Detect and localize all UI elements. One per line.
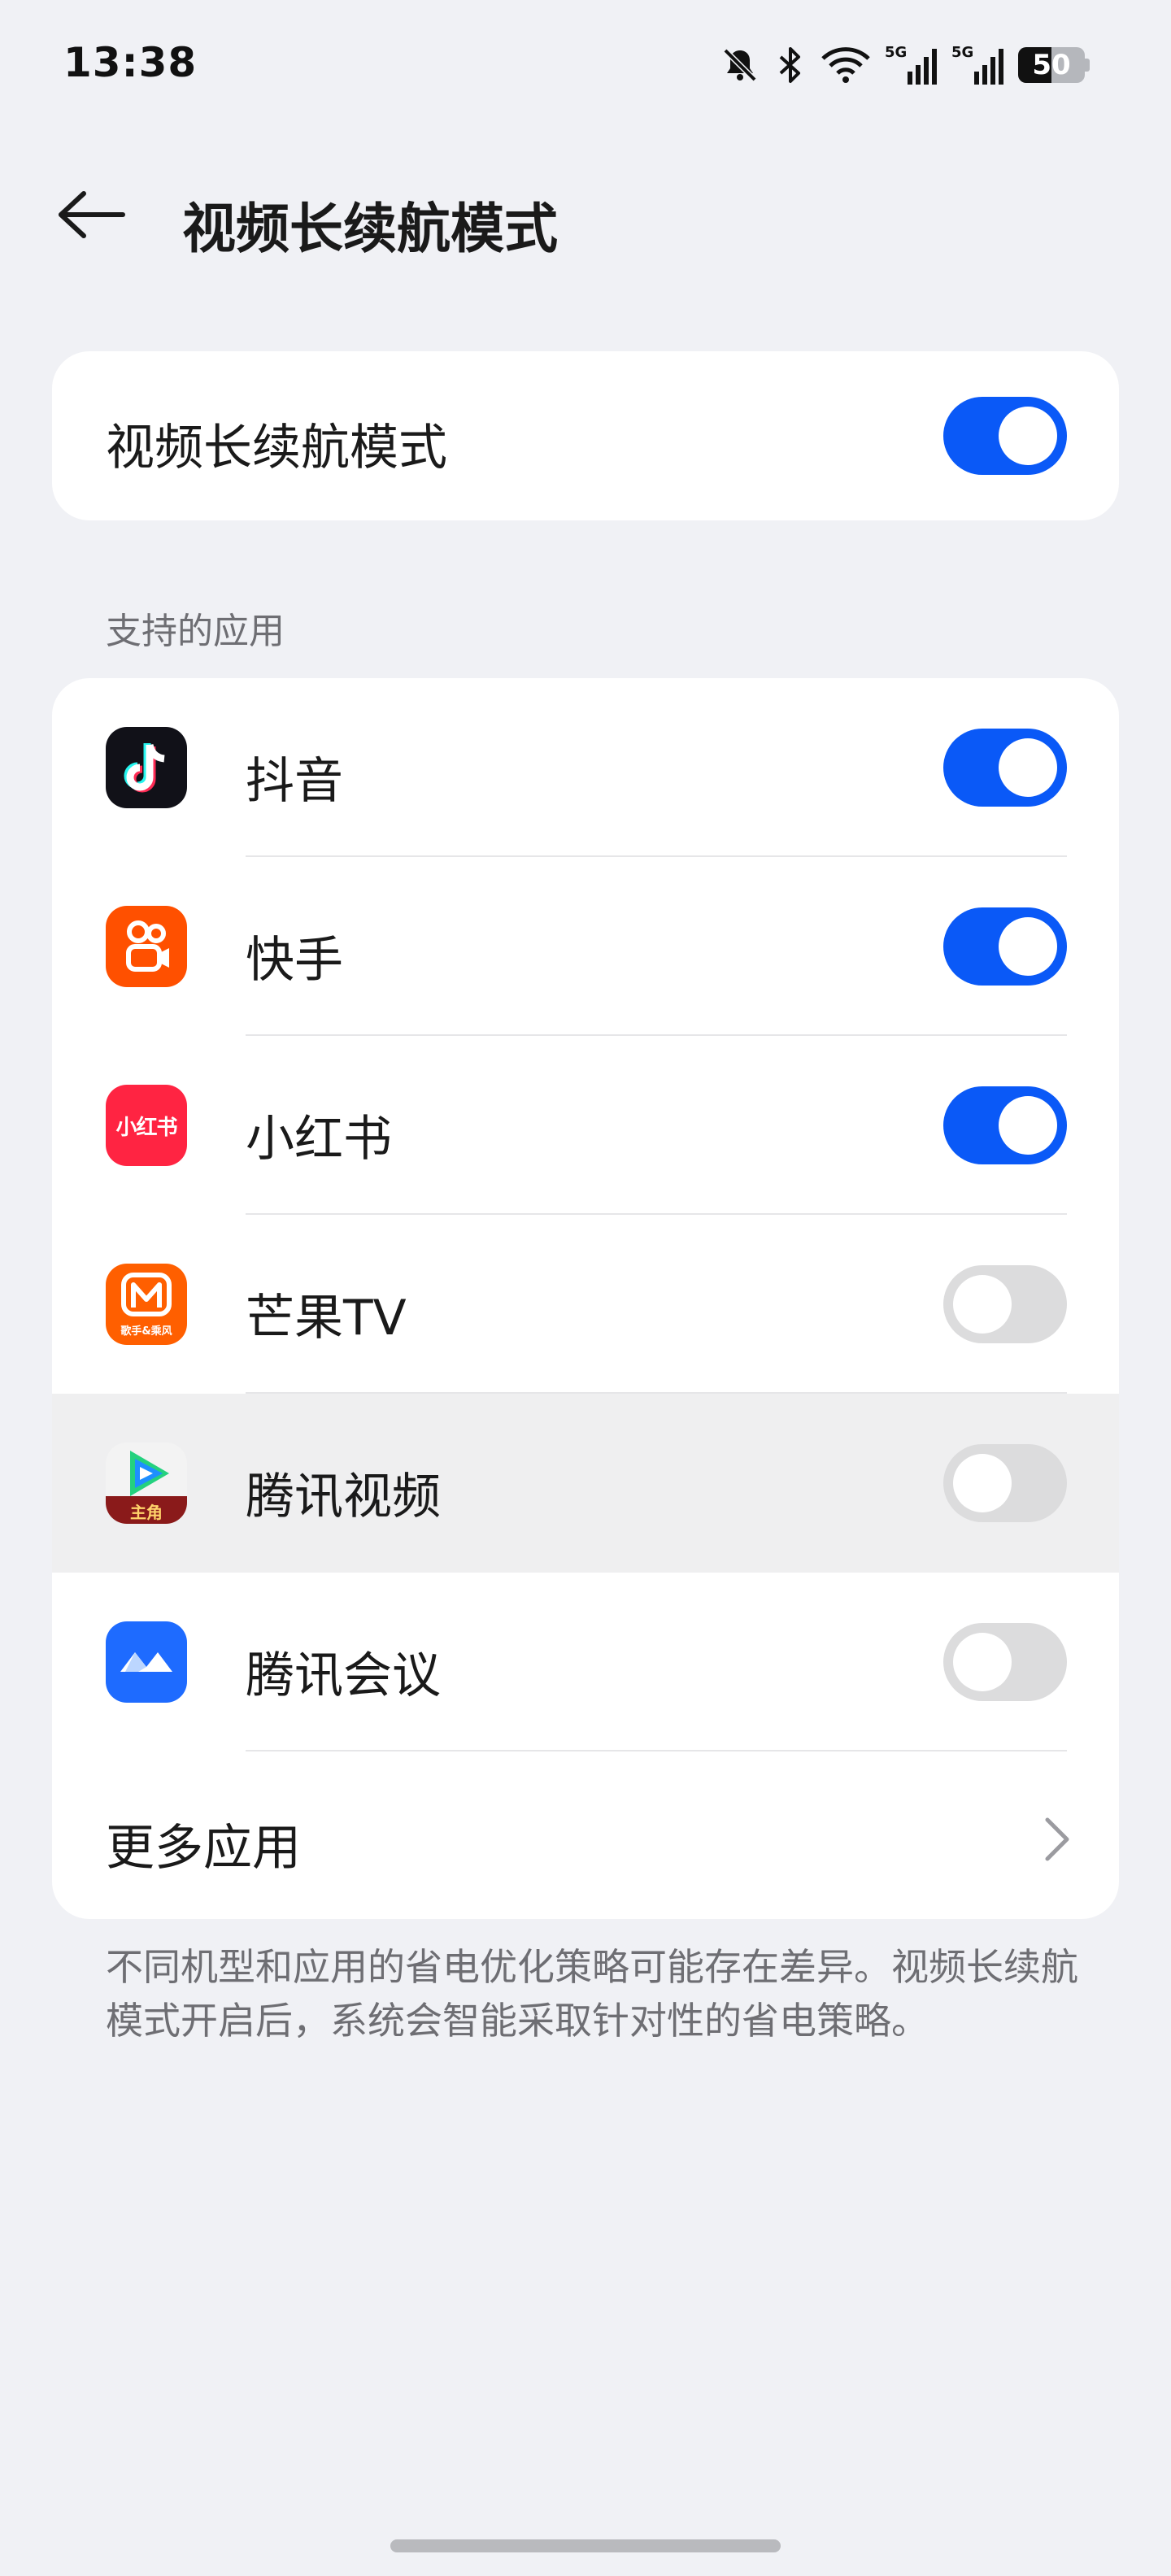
app-toggle-switch[interactable] <box>943 1444 1067 1522</box>
switch-knob <box>953 1633 1012 1691</box>
app-toggle-switch[interactable] <box>943 907 1067 986</box>
chevron-right-icon <box>1045 1817 1069 1861</box>
master-toggle-switch[interactable] <box>943 397 1067 475</box>
wifi-icon <box>820 44 872 86</box>
tencent-video-icon-text: 主角 <box>130 1503 163 1522</box>
app-row-tencent-video[interactable]: 主角 腾讯视频 <box>52 1394 1119 1573</box>
signal-5g-icon: 5G <box>885 42 938 88</box>
switch-knob <box>953 1275 1012 1334</box>
tencent-video-icon: 主角 <box>106 1442 187 1524</box>
signal-5g-icon: 5G <box>951 42 1005 88</box>
mangotv-icon-text: 歌手&乘风 <box>120 1325 172 1338</box>
app-name: 小红书 <box>246 1111 392 1168</box>
home-indicator[interactable] <box>390 2539 781 2552</box>
app-toggle-switch[interactable] <box>943 1623 1067 1701</box>
status-icons: 5G 5G 50 <box>719 41 1090 89</box>
signal-label-2: 5G <box>951 44 973 61</box>
status-time: 13:38 <box>63 39 198 86</box>
back-button[interactable] <box>50 181 132 249</box>
kuaishou-icon <box>106 906 187 987</box>
app-toggle-switch[interactable] <box>943 729 1067 807</box>
apps-card: 抖音 快手 小红书 小红书 歌手&乘风 芒果TV 主角 腾讯视频 腾讯会议 更多… <box>52 678 1119 1919</box>
app-name: 芒果TV <box>246 1290 407 1347</box>
app-row-kuaishou[interactable]: 快手 <box>52 857 1119 1036</box>
app-name: 腾讯视频 <box>246 1469 441 1525</box>
divider <box>246 1750 1067 1751</box>
switch-knob <box>999 1096 1057 1155</box>
app-name: 腾讯会议 <box>246 1647 441 1704</box>
app-name: 快手 <box>246 932 343 989</box>
switch-knob <box>999 407 1057 465</box>
page-title: 视频长续航模式 <box>182 198 558 260</box>
bluetooth-icon <box>774 44 807 86</box>
mangotv-icon: 歌手&乘风 <box>106 1264 187 1345</box>
app-toggle-switch[interactable] <box>943 1086 1067 1164</box>
master-toggle-card: 视频长续航模式 <box>52 351 1119 520</box>
xiaohongshu-icon: 小红书 <box>106 1085 187 1166</box>
app-row-mangotv[interactable]: 歌手&乘风 芒果TV <box>52 1215 1119 1394</box>
bell-muted-icon <box>719 44 761 86</box>
app-row-douyin[interactable]: 抖音 <box>52 678 1119 857</box>
app-row-tencent-meeting[interactable]: 腾讯会议 <box>52 1573 1119 1751</box>
app-toggle-switch[interactable] <box>943 1265 1067 1343</box>
battery-icon: 50 <box>1018 47 1090 83</box>
signal-label-1: 5G <box>885 44 907 61</box>
section-header: 支持的应用 <box>106 611 285 652</box>
arrow-left-icon <box>59 191 125 238</box>
xiaohongshu-icon-text: 小红书 <box>115 1115 177 1140</box>
app-bar: 视频长续航模式 <box>0 163 1171 268</box>
more-apps-row[interactable]: 更多应用 <box>52 1755 1119 1919</box>
switch-knob <box>999 738 1057 797</box>
status-bar: 13:38 5G 5G 50 <box>0 0 1171 130</box>
master-toggle-label: 视频长续航模式 <box>106 420 447 476</box>
app-row-xiaohongshu[interactable]: 小红书 小红书 <box>52 1036 1119 1215</box>
switch-knob <box>999 917 1057 976</box>
footnote: 不同机型和应用的省电优化策略可能存在差异。视频长续航模式开启后，系统会智能采取针… <box>106 1945 1078 2043</box>
app-name: 抖音 <box>246 753 343 810</box>
switch-knob <box>953 1454 1012 1512</box>
battery-level: 50 <box>1032 49 1071 81</box>
tencent-meeting-icon <box>106 1621 187 1703</box>
more-apps-label: 更多应用 <box>106 1820 301 1877</box>
douyin-icon <box>106 727 187 808</box>
